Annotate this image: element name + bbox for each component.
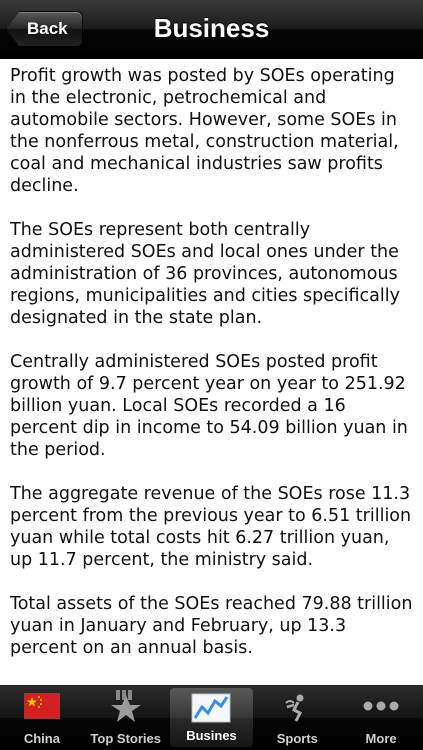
china-flag-icon — [23, 693, 60, 719]
tab-label: Busines — [186, 728, 237, 743]
tab-more[interactable]: More — [339, 685, 423, 750]
article-paragraph: The SOEs represent both centrally admini… — [10, 220, 400, 328]
article-paragraph: The aggregate revenue of the SOEs rose 1… — [10, 484, 412, 570]
article-scroll-area[interactable]: Profit growth was posted by SOEs operati… — [0, 59, 423, 685]
tab-top-stories[interactable]: Top Stories — [84, 685, 168, 750]
tab-sports[interactable]: Sports — [255, 685, 339, 750]
tab-business[interactable]: Busines — [169, 688, 254, 747]
article-paragraph: Centrally administered SOEs posted profi… — [10, 352, 408, 460]
tab-bar: China Top Stories Busines Sports More — [0, 685, 423, 750]
more-icon — [363, 701, 399, 711]
sports-icon — [285, 694, 304, 722]
tab-label: More — [365, 731, 397, 746]
chart-icon — [191, 693, 231, 723]
tab-china[interactable]: China — [0, 685, 84, 750]
article-paragraph: Total assets of the SOEs reached 79.88 t… — [10, 594, 413, 658]
page-title: Business — [153, 13, 270, 43]
tab-label: Sports — [276, 731, 318, 746]
star-icon — [110, 690, 141, 722]
navigation-bar: Back Business — [0, 0, 423, 59]
article-paragraph: Profit growth was posted by SOEs operati… — [10, 66, 399, 196]
tab-label: China — [23, 731, 60, 746]
article-body: Profit growth was posted by SOEs operati… — [0, 59, 423, 659]
tab-label: Top Stories — [90, 731, 161, 746]
